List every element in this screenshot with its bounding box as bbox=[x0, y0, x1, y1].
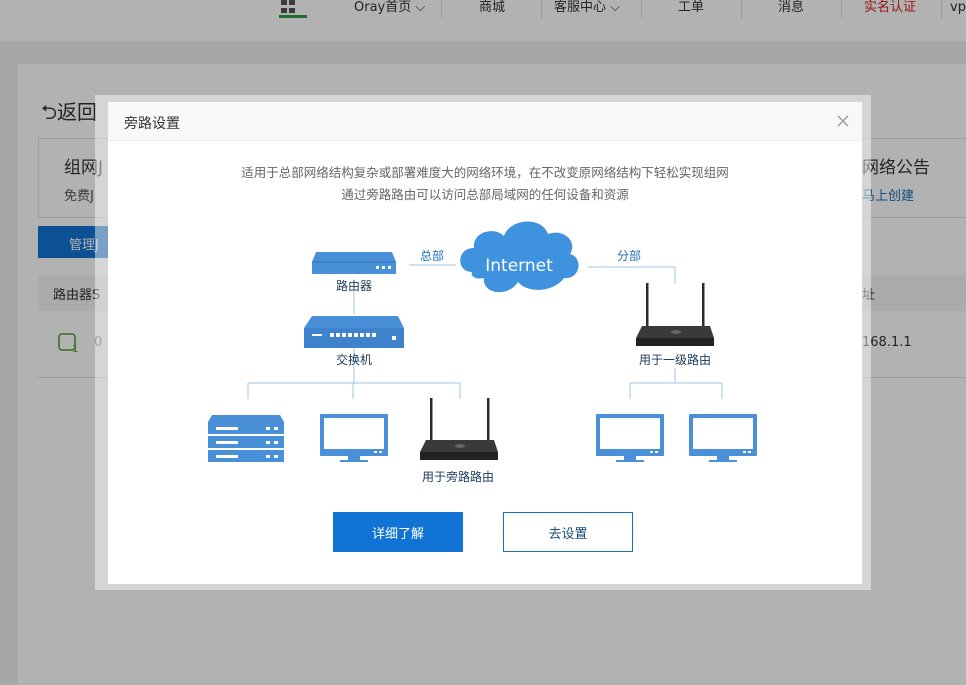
server-rack-icon bbox=[208, 415, 284, 462]
go-settings-button[interactable]: 去设置 bbox=[503, 512, 633, 552]
learn-more-button[interactable]: 详细了解 bbox=[333, 512, 463, 552]
switch-label: 交换机 bbox=[335, 353, 372, 367]
primary-router-icon bbox=[636, 283, 714, 346]
bypass-router-label: 用于旁路路由 bbox=[421, 470, 494, 484]
primary-router-label: 用于一级路由 bbox=[638, 353, 711, 367]
bypass-router-icon bbox=[420, 398, 498, 460]
bypass-settings-modal: 旁路设置 适用于总部网络结构复杂或部署难度大的网络环境，在不改变原网络结构下轻松… bbox=[108, 102, 862, 584]
internet-label: Internet bbox=[485, 256, 553, 276]
switch-device-icon bbox=[304, 316, 404, 348]
hq-label: 总部 bbox=[420, 249, 445, 263]
router-device-icon bbox=[312, 252, 396, 274]
branch-label: 分部 bbox=[617, 249, 642, 263]
monitor-icon bbox=[689, 414, 757, 462]
monitor-icon bbox=[596, 414, 664, 462]
network-diagram bbox=[208, 221, 757, 462]
router-label: 路由器 bbox=[335, 279, 372, 293]
monitor-icon bbox=[320, 414, 388, 462]
